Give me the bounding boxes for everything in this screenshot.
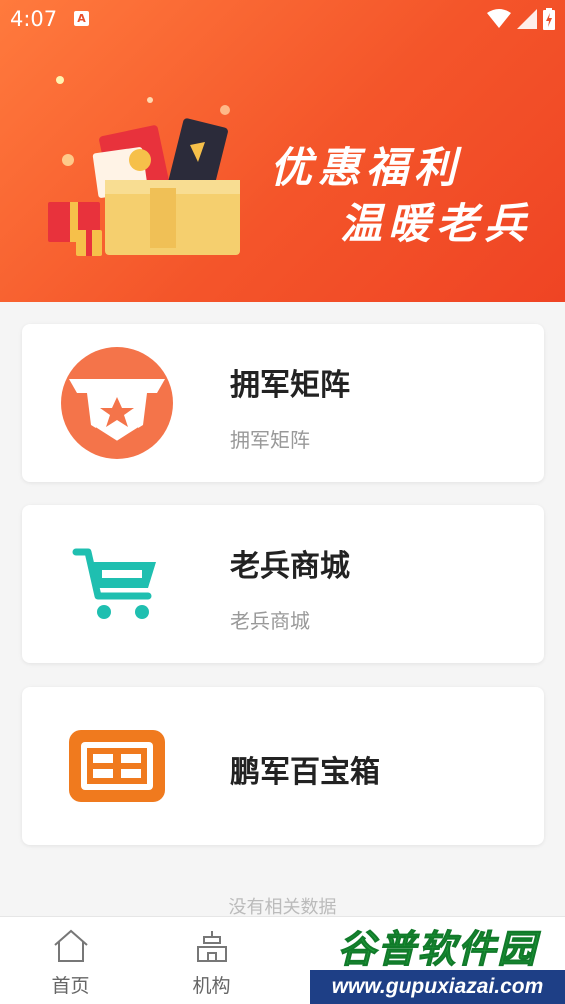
watermark-brand: 谷普软件园	[337, 927, 538, 972]
battery-icon	[543, 8, 555, 30]
banner-slogan: 优惠福利 温暖老兵	[270, 140, 532, 252]
card-title: 鹏军百宝箱	[230, 755, 380, 790]
watermark-url: www.gupuxiazai.com	[310, 970, 565, 1004]
card-yongjun-matrix[interactable]: 拥军矩阵 拥军矩阵	[22, 324, 544, 482]
tab-home[interactable]: 首页	[0, 917, 141, 1004]
tab-institution[interactable]: 机构	[141, 917, 282, 1004]
home-icon	[53, 929, 88, 962]
card-subtitle: 拥军矩阵	[230, 428, 310, 452]
status-time: 4:07	[10, 7, 58, 31]
wifi-icon	[487, 9, 511, 28]
watermark: 谷普软件园 www.gupuxiazai.com	[310, 918, 565, 1004]
gift-illustration	[48, 76, 240, 256]
signal-icon	[517, 9, 537, 29]
card-title: 老兵商城	[230, 549, 350, 584]
status-bar: 4:07 A	[0, 0, 565, 38]
card-title: 拥军矩阵	[230, 368, 350, 403]
card-veteran-mall[interactable]: 老兵商城 老兵商城	[22, 505, 544, 663]
tab-label: 机构	[192, 975, 231, 997]
notification-app-icon: A	[74, 11, 89, 26]
banner-line1: 优惠福利	[270, 143, 463, 192]
promo-banner[interactable]: 优惠福利 温暖老兵	[0, 0, 565, 302]
shopping-cart-icon	[58, 525, 176, 643]
shield-star-icon	[58, 344, 176, 462]
status-icons	[487, 8, 555, 30]
tab-label: 首页	[51, 975, 90, 997]
banner-line2: 温暖老兵	[340, 199, 533, 248]
treasure-box-icon	[58, 707, 176, 825]
institution-icon	[196, 931, 227, 962]
card-treasure-box[interactable]: 鹏军百宝箱	[22, 687, 544, 845]
card-subtitle: 老兵商城	[230, 609, 310, 633]
